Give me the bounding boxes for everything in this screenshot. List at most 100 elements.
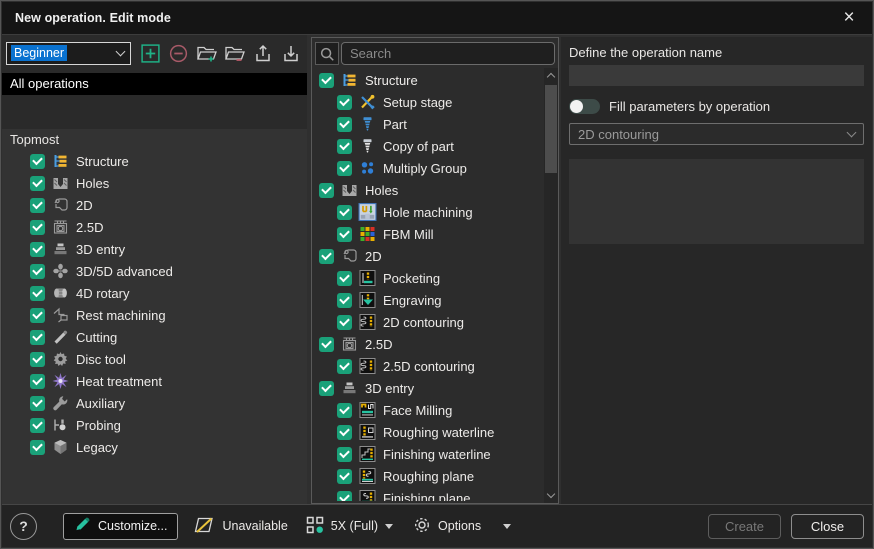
checkbox-checked-icon[interactable] (337, 271, 352, 286)
checkbox-checked-icon[interactable] (30, 418, 45, 433)
checkbox-checked-icon[interactable] (30, 374, 45, 389)
checkbox-checked-icon[interactable] (319, 183, 334, 198)
checkbox-checked-icon[interactable] (30, 264, 45, 279)
tree-item-3d-5d-advanced[interactable]: 3D/5D advanced (2, 260, 307, 282)
remove-group-button[interactable] (222, 41, 247, 66)
tree-item-legacy[interactable]: Legacy (2, 436, 307, 458)
fill-parameters-toggle[interactable] (569, 99, 600, 114)
tree-item-2d[interactable]: 2D (2, 194, 307, 216)
checkbox-checked-icon[interactable] (319, 73, 334, 88)
tree-item-setup-stage[interactable]: Setup stage (314, 91, 542, 113)
checkbox-checked-icon[interactable] (337, 315, 352, 330)
mode-select[interactable]: Beginner (6, 42, 131, 65)
create-button[interactable]: Create (708, 514, 781, 539)
tree-item-label: 2.5D (76, 220, 103, 235)
tree-item-probing[interactable]: Probing (2, 414, 307, 436)
checkbox-checked-icon[interactable] (30, 286, 45, 301)
tree-item-fbm-mill[interactable]: FBM Mill (314, 223, 542, 245)
scrollbar[interactable] (544, 68, 558, 503)
checkbox-checked-icon[interactable] (30, 154, 45, 169)
tree-item-3d-entry[interactable]: 3D entry (2, 238, 307, 260)
checkbox-checked-icon[interactable] (337, 491, 352, 502)
checkbox-checked-icon[interactable] (337, 293, 352, 308)
unavailable-icon (194, 516, 215, 537)
tree-item-2d-contouring[interactable]: 2D contouring (314, 311, 542, 333)
tree-item-label: Holes (76, 176, 109, 191)
d25-icon (340, 336, 359, 353)
tree-item-label: Copy of part (383, 139, 454, 154)
tree-item-disc-tool[interactable]: Disc tool (2, 348, 307, 370)
tree-item-auxiliary[interactable]: Auxiliary (2, 392, 307, 414)
machine-axis-select[interactable]: 5X (Full) (306, 516, 393, 537)
checkbox-checked-icon[interactable] (319, 249, 334, 264)
checkbox-checked-icon[interactable] (30, 396, 45, 411)
checkbox-checked-icon[interactable] (337, 403, 352, 418)
checkbox-checked-icon[interactable] (337, 205, 352, 220)
tree-item-holes[interactable]: Holes (2, 172, 307, 194)
tree-item-engraving[interactable]: Engraving (314, 289, 542, 311)
checkbox-checked-icon[interactable] (337, 117, 352, 132)
checkbox-checked-icon[interactable] (30, 308, 45, 323)
export-button[interactable] (250, 41, 275, 66)
scrollbar-thumb[interactable] (545, 85, 557, 173)
checkbox-checked-icon[interactable] (337, 227, 352, 242)
options-menu[interactable]: Options (413, 516, 481, 537)
tree-item-face-milling[interactable]: Face Milling (314, 399, 542, 421)
close-button[interactable]: Close (791, 514, 864, 539)
checkbox-checked-icon[interactable] (337, 425, 352, 440)
scroll-down-arrow[interactable] (544, 488, 558, 503)
checkbox-checked-icon[interactable] (337, 359, 352, 374)
tree-item-roughing-plane[interactable]: Roughing plane (314, 465, 542, 487)
operation-type-select[interactable]: 2D contouring (569, 123, 864, 145)
add-operation-button[interactable] (138, 41, 163, 66)
checkbox-checked-icon[interactable] (30, 440, 45, 455)
help-button[interactable]: ? (10, 513, 37, 540)
checkbox-checked-icon[interactable] (337, 469, 352, 484)
customize-button[interactable]: Customize... (63, 513, 178, 540)
tree-item-4d-rotary[interactable]: 4D rotary (2, 282, 307, 304)
tree-item-rest-machining[interactable]: Rest machining (2, 304, 307, 326)
tree-item-roughing-waterline[interactable]: Roughing waterline (314, 421, 542, 443)
remove-operation-button[interactable] (166, 41, 191, 66)
tree-item-3d-entry[interactable]: 3D entry (314, 377, 542, 399)
unavailable-toggle[interactable]: Unavailable (194, 516, 287, 537)
chevron-down-icon (847, 128, 857, 138)
checkbox-checked-icon[interactable] (30, 242, 45, 257)
operation-name-input[interactable] (569, 65, 864, 86)
tree-item-multiply-group[interactable]: Multiply Group (314, 157, 542, 179)
tree-item-copy-of-part[interactable]: Copy of part (314, 135, 542, 157)
more-caret-icon[interactable] (503, 524, 511, 529)
tree-item-structure[interactable]: Structure (2, 150, 307, 172)
tree-item-holes[interactable]: Holes (314, 179, 542, 201)
close-icon[interactable]: × (836, 5, 862, 31)
checkbox-checked-icon[interactable] (319, 337, 334, 352)
tree-item-finishing-waterline[interactable]: Finishing waterline (314, 443, 542, 465)
tree-item-2-5d[interactable]: 2.5D (2, 216, 307, 238)
topmost-node[interactable]: Topmost (2, 129, 307, 150)
checkbox-checked-icon[interactable] (337, 447, 352, 462)
tree-item-2-5d[interactable]: 2.5D (314, 333, 542, 355)
tree-item-cutting[interactable]: Cutting (2, 326, 307, 348)
scroll-up-arrow[interactable] (544, 68, 558, 83)
tree-item-2d[interactable]: 2D (314, 245, 542, 267)
add-group-button[interactable] (194, 41, 219, 66)
tree-item-part[interactable]: Part (314, 113, 542, 135)
all-operations-item[interactable]: All operations (2, 73, 307, 95)
tree-item-2-5d-contouring[interactable]: 2.5D contouring (314, 355, 542, 377)
checkbox-checked-icon[interactable] (337, 95, 352, 110)
checkbox-checked-icon[interactable] (30, 330, 45, 345)
search-input[interactable] (341, 42, 555, 65)
checkbox-checked-icon[interactable] (30, 220, 45, 235)
checkbox-checked-icon[interactable] (30, 198, 45, 213)
tree-item-pocketing[interactable]: Pocketing (314, 267, 542, 289)
import-button[interactable] (278, 41, 303, 66)
tree-item-structure[interactable]: Structure (314, 69, 542, 91)
tree-item-hole-machining[interactable]: Hole machining (314, 201, 542, 223)
checkbox-checked-icon[interactable] (337, 139, 352, 154)
checkbox-checked-icon[interactable] (319, 381, 334, 396)
checkbox-checked-icon[interactable] (337, 161, 352, 176)
tree-item-heat-treatment[interactable]: Heat treatment (2, 370, 307, 392)
tree-item-finishing-plane[interactable]: Finishing plane (314, 487, 542, 501)
checkbox-checked-icon[interactable] (30, 352, 45, 367)
checkbox-checked-icon[interactable] (30, 176, 45, 191)
